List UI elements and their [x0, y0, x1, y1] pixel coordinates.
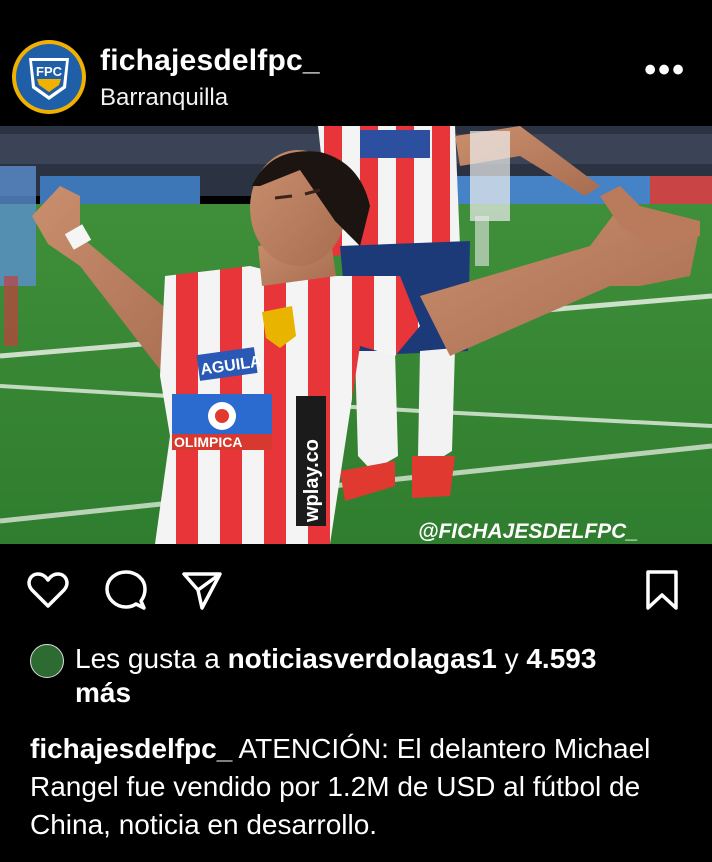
likes-summary[interactable]: Les gusta a noticiasverdolagas1 y 4.593 m…: [30, 642, 680, 710]
caption-username[interactable]: fichajesdelfpc_: [30, 733, 232, 764]
more-icon: •••: [644, 51, 686, 89]
post-caption: fichajesdelfpc_ ATENCIÓN: El delantero M…: [30, 730, 690, 844]
fpc-logo-icon: FPC: [29, 58, 69, 100]
likes-text: Les gusta a noticiasverdolagas1 y 4.593 m…: [75, 642, 680, 710]
photo-watermark: @FICHAJESDELFPC_: [418, 520, 638, 543]
sponsor-wplay: wplay.co: [301, 439, 323, 523]
profile-avatar[interactable]: FPC: [12, 40, 86, 114]
action-bar: [0, 544, 712, 634]
more-options-button[interactable]: •••: [644, 53, 686, 87]
post-location[interactable]: Barranquilla: [100, 84, 228, 112]
likes-count[interactable]: 4.593: [526, 643, 596, 674]
post-username[interactable]: fichajesdelfpc_: [100, 44, 320, 78]
like-button[interactable]: [26, 568, 70, 612]
avatar-logo: FPC: [16, 44, 82, 110]
comment-icon: [105, 570, 147, 610]
send-icon: [182, 572, 222, 610]
share-button[interactable]: [180, 568, 224, 612]
avatar-logo-text: FPC: [36, 64, 63, 79]
bookmark-icon: [646, 570, 678, 610]
liker-avatar[interactable]: [30, 644, 64, 678]
likes-prefix: Les gusta a: [75, 643, 228, 674]
heart-icon: [27, 572, 69, 608]
football-player-photo: AGUILA OLIMPICA wplay.co @FICHAJESDELFPC…: [0, 126, 712, 544]
save-button[interactable]: [640, 568, 684, 612]
sponsor-olimpica: OLIMPICA: [174, 434, 242, 450]
likes-middle: y: [496, 643, 527, 674]
likes-suffix[interactable]: más: [75, 677, 131, 708]
post-photo[interactable]: AGUILA OLIMPICA wplay.co @FICHAJESDELFPC…: [0, 126, 712, 544]
liker-username[interactable]: noticiasverdolagas1: [228, 643, 497, 674]
comment-button[interactable]: [104, 568, 148, 612]
post-header: FPC fichajesdelfpc_ Barranquilla •••: [0, 0, 712, 126]
